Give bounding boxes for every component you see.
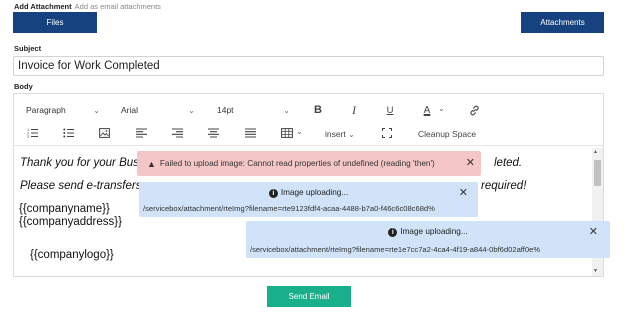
image-uploading-toast: i Image uploading... ✕ /servicebox/attach…	[139, 182, 478, 217]
scroll-down-arrow-icon[interactable]: ▼	[593, 268, 598, 274]
block-format-value: Paragraph	[26, 105, 66, 115]
fullscreen-icon[interactable]	[378, 125, 396, 141]
bullet-list-icon[interactable]	[59, 125, 77, 141]
upload-file-path: /servicebox/attachment/rteImg?filename=r…	[143, 204, 435, 213]
ordered-list-icon[interactable]: 123	[23, 125, 41, 141]
image-uploading-title: Image uploading...	[280, 188, 349, 197]
attachments-button[interactable]: Attachments	[521, 12, 604, 33]
company-logo-placeholder: {{companylogo}}	[30, 249, 114, 261]
company-address-placeholder: {{companyaddress}}	[19, 216, 122, 228]
add-attachment-label: Add Attachment Add as email attachments	[14, 2, 161, 11]
add-attachment-title: Add Attachment	[14, 2, 72, 11]
image-icon[interactable]	[95, 125, 113, 141]
table-icon[interactable]	[278, 125, 296, 141]
upload-error-message: Failed to upload image: Cannot read prop…	[159, 159, 435, 168]
align-left-icon[interactable]	[132, 125, 150, 141]
chevron-down-icon: ⌄	[93, 105, 100, 115]
chevron-down-icon: ⌄	[283, 105, 290, 115]
cleanup-space-button[interactable]: Cleanup Space	[418, 129, 476, 139]
text-color-icon[interactable]: A	[418, 102, 436, 118]
info-icon: i	[388, 228, 398, 237]
insert-label: insert	[325, 129, 346, 139]
body-label: Body	[14, 82, 33, 91]
font-size-value: 14pt	[217, 105, 234, 115]
block-format-dropdown[interactable]: Paragraph ⌄	[26, 103, 100, 117]
info-icon: i	[268, 189, 278, 198]
scrollbar-thumb[interactable]	[594, 160, 601, 186]
content-line-2-end: required!	[481, 180, 527, 192]
company-name-placeholder: {{companyname}}	[19, 203, 110, 215]
upload-error-toast: ▲ Failed to upload image: Cannot read pr…	[137, 151, 481, 176]
files-button[interactable]: Files	[13, 12, 97, 33]
align-center-icon[interactable]	[204, 125, 222, 141]
font-size-dropdown[interactable]: 14pt ⌄	[217, 103, 290, 117]
insert-menu[interactable]: insert ⌄	[325, 129, 355, 139]
send-email-button[interactable]: Send Email	[267, 286, 351, 307]
scroll-up-arrow-icon[interactable]: ▲	[593, 149, 598, 155]
image-uploading-header: i Image uploading...	[246, 227, 610, 237]
subject-input[interactable]	[13, 56, 604, 76]
chevron-down-icon[interactable]: ⌄	[296, 127, 303, 136]
chevron-down-icon: ⌄	[348, 130, 355, 139]
chevron-down-icon: ⌄	[188, 105, 195, 115]
subject-label: Subject	[14, 44, 42, 53]
image-uploading-toast: i Image uploading... ✕ /servicebox/attach…	[246, 221, 610, 258]
font-family-dropdown[interactable]: Arial ⌄	[121, 103, 195, 117]
font-family-value: Arial	[121, 105, 139, 115]
add-attachment-hint: Add as email attachments	[74, 2, 161, 11]
close-icon[interactable]: ✕	[459, 188, 468, 199]
content-line-1-start: Thank you for your Bus	[20, 157, 139, 169]
close-icon[interactable]: ✕	[466, 158, 475, 169]
image-uploading-title: Image uploading...	[400, 227, 468, 236]
italic-icon[interactable]: I	[345, 102, 363, 118]
close-icon[interactable]: ✕	[589, 227, 598, 238]
align-justify-icon[interactable]	[241, 125, 259, 141]
warning-icon: ▲	[147, 158, 156, 169]
upload-file-path: /servicebox/attachment/rteImg?filename=r…	[250, 245, 541, 254]
underline-icon[interactable]: U	[381, 102, 399, 118]
svg-text:3: 3	[27, 135, 29, 138]
chevron-down-icon[interactable]: ⌄	[438, 104, 445, 113]
content-line-1-end: leted.	[494, 157, 523, 169]
align-right-icon[interactable]	[168, 125, 186, 141]
link-icon[interactable]	[465, 102, 483, 118]
bold-icon[interactable]: B	[309, 102, 327, 118]
content-line-2-start: Please send e-transfers	[20, 180, 142, 192]
image-uploading-header: i Image uploading...	[139, 188, 478, 198]
